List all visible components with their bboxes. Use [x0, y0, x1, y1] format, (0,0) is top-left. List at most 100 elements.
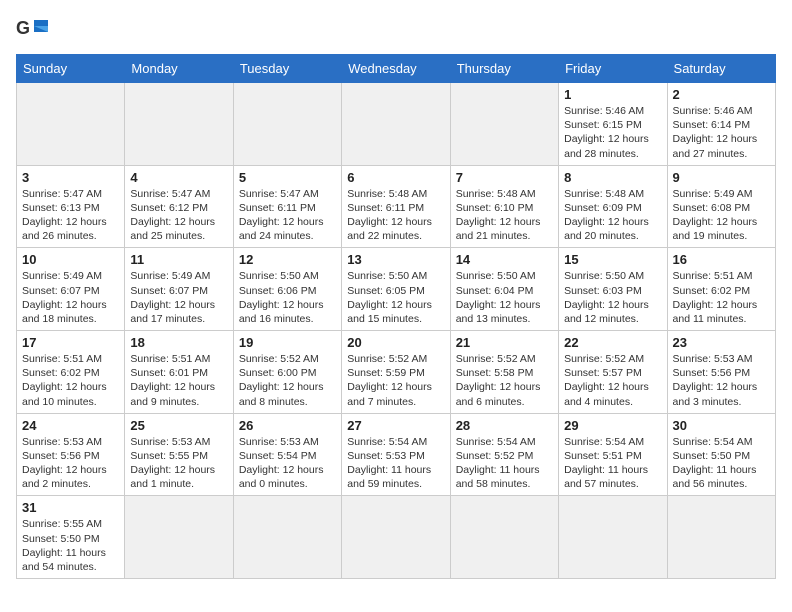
calendar-day-cell: 30 Sunrise: 5:54 AM Sunset: 5:50 PM Dayli…	[667, 413, 775, 496]
day-info: Sunrise: 5:46 AM Sunset: 6:15 PM Dayligh…	[564, 104, 661, 161]
calendar-day-cell: 6 Sunrise: 5:48 AM Sunset: 6:11 PM Daylig…	[342, 165, 450, 248]
day-info: Sunrise: 5:50 AM Sunset: 6:03 PM Dayligh…	[564, 269, 661, 326]
day-number: 19	[239, 335, 336, 350]
day-number: 9	[673, 170, 770, 185]
weekday-header: Thursday	[450, 55, 558, 83]
calendar-day-cell: 17Sunrise: 5:51 AM Sunset: 6:02 PM Dayli…	[17, 331, 125, 414]
day-info: Sunrise: 5:53 AM Sunset: 5:56 PM Dayligh…	[22, 435, 119, 492]
day-number: 20	[347, 335, 444, 350]
calendar-day-cell	[125, 496, 233, 579]
calendar-day-cell	[342, 496, 450, 579]
day-number: 12	[239, 252, 336, 267]
calendar-day-cell: 1 Sunrise: 5:46 AM Sunset: 6:15 PM Daylig…	[559, 83, 667, 166]
day-number: 24	[22, 418, 119, 433]
day-number: 27	[347, 418, 444, 433]
calendar-day-cell	[342, 83, 450, 166]
day-number: 4	[130, 170, 227, 185]
day-info: Sunrise: 5:48 AM Sunset: 6:11 PM Dayligh…	[347, 187, 444, 244]
day-info: Sunrise: 5:48 AM Sunset: 6:09 PM Dayligh…	[564, 187, 661, 244]
weekday-header: Friday	[559, 55, 667, 83]
calendar-table: SundayMondayTuesdayWednesdayThursdayFrid…	[16, 54, 776, 579]
day-number: 31	[22, 500, 119, 515]
day-number: 23	[673, 335, 770, 350]
day-number: 5	[239, 170, 336, 185]
calendar-day-cell: 8Sunrise: 5:48 AM Sunset: 6:09 PM Daylig…	[559, 165, 667, 248]
logo: G	[16, 16, 56, 44]
calendar-week-row: 31Sunrise: 5:55 AM Sunset: 5:50 PM Dayli…	[17, 496, 776, 579]
calendar-day-cell: 12Sunrise: 5:50 AM Sunset: 6:06 PM Dayli…	[233, 248, 341, 331]
day-number: 11	[130, 252, 227, 267]
day-number: 15	[564, 252, 661, 267]
day-info: Sunrise: 5:48 AM Sunset: 6:10 PM Dayligh…	[456, 187, 553, 244]
day-info: Sunrise: 5:50 AM Sunset: 6:05 PM Dayligh…	[347, 269, 444, 326]
day-info: Sunrise: 5:54 AM Sunset: 5:51 PM Dayligh…	[564, 435, 661, 492]
day-number: 6	[347, 170, 444, 185]
calendar-day-cell	[17, 83, 125, 166]
calendar-day-cell: 3Sunrise: 5:47 AM Sunset: 6:13 PM Daylig…	[17, 165, 125, 248]
day-number: 1	[564, 87, 661, 102]
day-info: Sunrise: 5:51 AM Sunset: 6:01 PM Dayligh…	[130, 352, 227, 409]
day-number: 18	[130, 335, 227, 350]
day-number: 25	[130, 418, 227, 433]
calendar-day-cell	[125, 83, 233, 166]
calendar-day-cell	[450, 496, 558, 579]
day-info: Sunrise: 5:54 AM Sunset: 5:52 PM Dayligh…	[456, 435, 553, 492]
calendar-day-cell: 15 Sunrise: 5:50 AM Sunset: 6:03 PM Dayli…	[559, 248, 667, 331]
calendar-day-cell: 21Sunrise: 5:52 AM Sunset: 5:58 PM Dayli…	[450, 331, 558, 414]
day-number: 30	[673, 418, 770, 433]
day-info: Sunrise: 5:46 AM Sunset: 6:14 PM Dayligh…	[673, 104, 770, 161]
day-info: Sunrise: 5:54 AM Sunset: 5:53 PM Dayligh…	[347, 435, 444, 492]
calendar-day-cell: 9 Sunrise: 5:49 AM Sunset: 6:08 PM Daylig…	[667, 165, 775, 248]
day-info: Sunrise: 5:49 AM Sunset: 6:07 PM Dayligh…	[22, 269, 119, 326]
day-info: Sunrise: 5:53 AM Sunset: 5:54 PM Dayligh…	[239, 435, 336, 492]
day-info: Sunrise: 5:47 AM Sunset: 6:12 PM Dayligh…	[130, 187, 227, 244]
calendar-day-cell: 2 Sunrise: 5:46 AM Sunset: 6:14 PM Daylig…	[667, 83, 775, 166]
day-number: 13	[347, 252, 444, 267]
weekday-header-row: SundayMondayTuesdayWednesdayThursdayFrid…	[17, 55, 776, 83]
calendar-day-cell: 7 Sunrise: 5:48 AM Sunset: 6:10 PM Daylig…	[450, 165, 558, 248]
page-header: G	[16, 16, 776, 44]
calendar-week-row: 1 Sunrise: 5:46 AM Sunset: 6:15 PM Daylig…	[17, 83, 776, 166]
day-number: 22	[564, 335, 661, 350]
calendar-day-cell: 13 Sunrise: 5:50 AM Sunset: 6:05 PM Dayli…	[342, 248, 450, 331]
day-number: 7	[456, 170, 553, 185]
day-number: 17	[22, 335, 119, 350]
calendar-day-cell: 31Sunrise: 5:55 AM Sunset: 5:50 PM Dayli…	[17, 496, 125, 579]
day-info: Sunrise: 5:47 AM Sunset: 6:11 PM Dayligh…	[239, 187, 336, 244]
day-number: 29	[564, 418, 661, 433]
day-number: 10	[22, 252, 119, 267]
calendar-day-cell	[233, 496, 341, 579]
calendar-day-cell: 10 Sunrise: 5:49 AM Sunset: 6:07 PM Dayli…	[17, 248, 125, 331]
calendar-day-cell: 28Sunrise: 5:54 AM Sunset: 5:52 PM Dayli…	[450, 413, 558, 496]
calendar-day-cell: 25Sunrise: 5:53 AM Sunset: 5:55 PM Dayli…	[125, 413, 233, 496]
day-info: Sunrise: 5:54 AM Sunset: 5:50 PM Dayligh…	[673, 435, 770, 492]
day-info: Sunrise: 5:49 AM Sunset: 6:08 PM Dayligh…	[673, 187, 770, 244]
weekday-header: Tuesday	[233, 55, 341, 83]
day-info: Sunrise: 5:47 AM Sunset: 6:13 PM Dayligh…	[22, 187, 119, 244]
weekday-header: Wednesday	[342, 55, 450, 83]
calendar-day-cell	[233, 83, 341, 166]
day-info: Sunrise: 5:52 AM Sunset: 5:57 PM Dayligh…	[564, 352, 661, 409]
day-info: Sunrise: 5:52 AM Sunset: 5:58 PM Dayligh…	[456, 352, 553, 409]
calendar-day-cell: 4 Sunrise: 5:47 AM Sunset: 6:12 PM Daylig…	[125, 165, 233, 248]
day-number: 14	[456, 252, 553, 267]
calendar-day-cell: 18 Sunrise: 5:51 AM Sunset: 6:01 PM Dayli…	[125, 331, 233, 414]
calendar-day-cell	[450, 83, 558, 166]
day-info: Sunrise: 5:52 AM Sunset: 5:59 PM Dayligh…	[347, 352, 444, 409]
day-info: Sunrise: 5:49 AM Sunset: 6:07 PM Dayligh…	[130, 269, 227, 326]
calendar-day-cell: 20 Sunrise: 5:52 AM Sunset: 5:59 PM Dayli…	[342, 331, 450, 414]
calendar-day-cell: 29 Sunrise: 5:54 AM Sunset: 5:51 PM Dayli…	[559, 413, 667, 496]
calendar-day-cell: 23Sunrise: 5:53 AM Sunset: 5:56 PM Dayli…	[667, 331, 775, 414]
weekday-header: Sunday	[17, 55, 125, 83]
day-number: 2	[673, 87, 770, 102]
calendar-week-row: 10 Sunrise: 5:49 AM Sunset: 6:07 PM Dayli…	[17, 248, 776, 331]
day-number: 16	[673, 252, 770, 267]
logo-icon: G	[16, 16, 52, 44]
day-info: Sunrise: 5:52 AM Sunset: 6:00 PM Dayligh…	[239, 352, 336, 409]
calendar-day-cell: 11 Sunrise: 5:49 AM Sunset: 6:07 PM Dayli…	[125, 248, 233, 331]
calendar-day-cell: 27 Sunrise: 5:54 AM Sunset: 5:53 PM Dayli…	[342, 413, 450, 496]
calendar-day-cell: 26 Sunrise: 5:53 AM Sunset: 5:54 PM Dayli…	[233, 413, 341, 496]
day-number: 26	[239, 418, 336, 433]
svg-text:G: G	[16, 18, 30, 38]
calendar-day-cell: 14Sunrise: 5:50 AM Sunset: 6:04 PM Dayli…	[450, 248, 558, 331]
